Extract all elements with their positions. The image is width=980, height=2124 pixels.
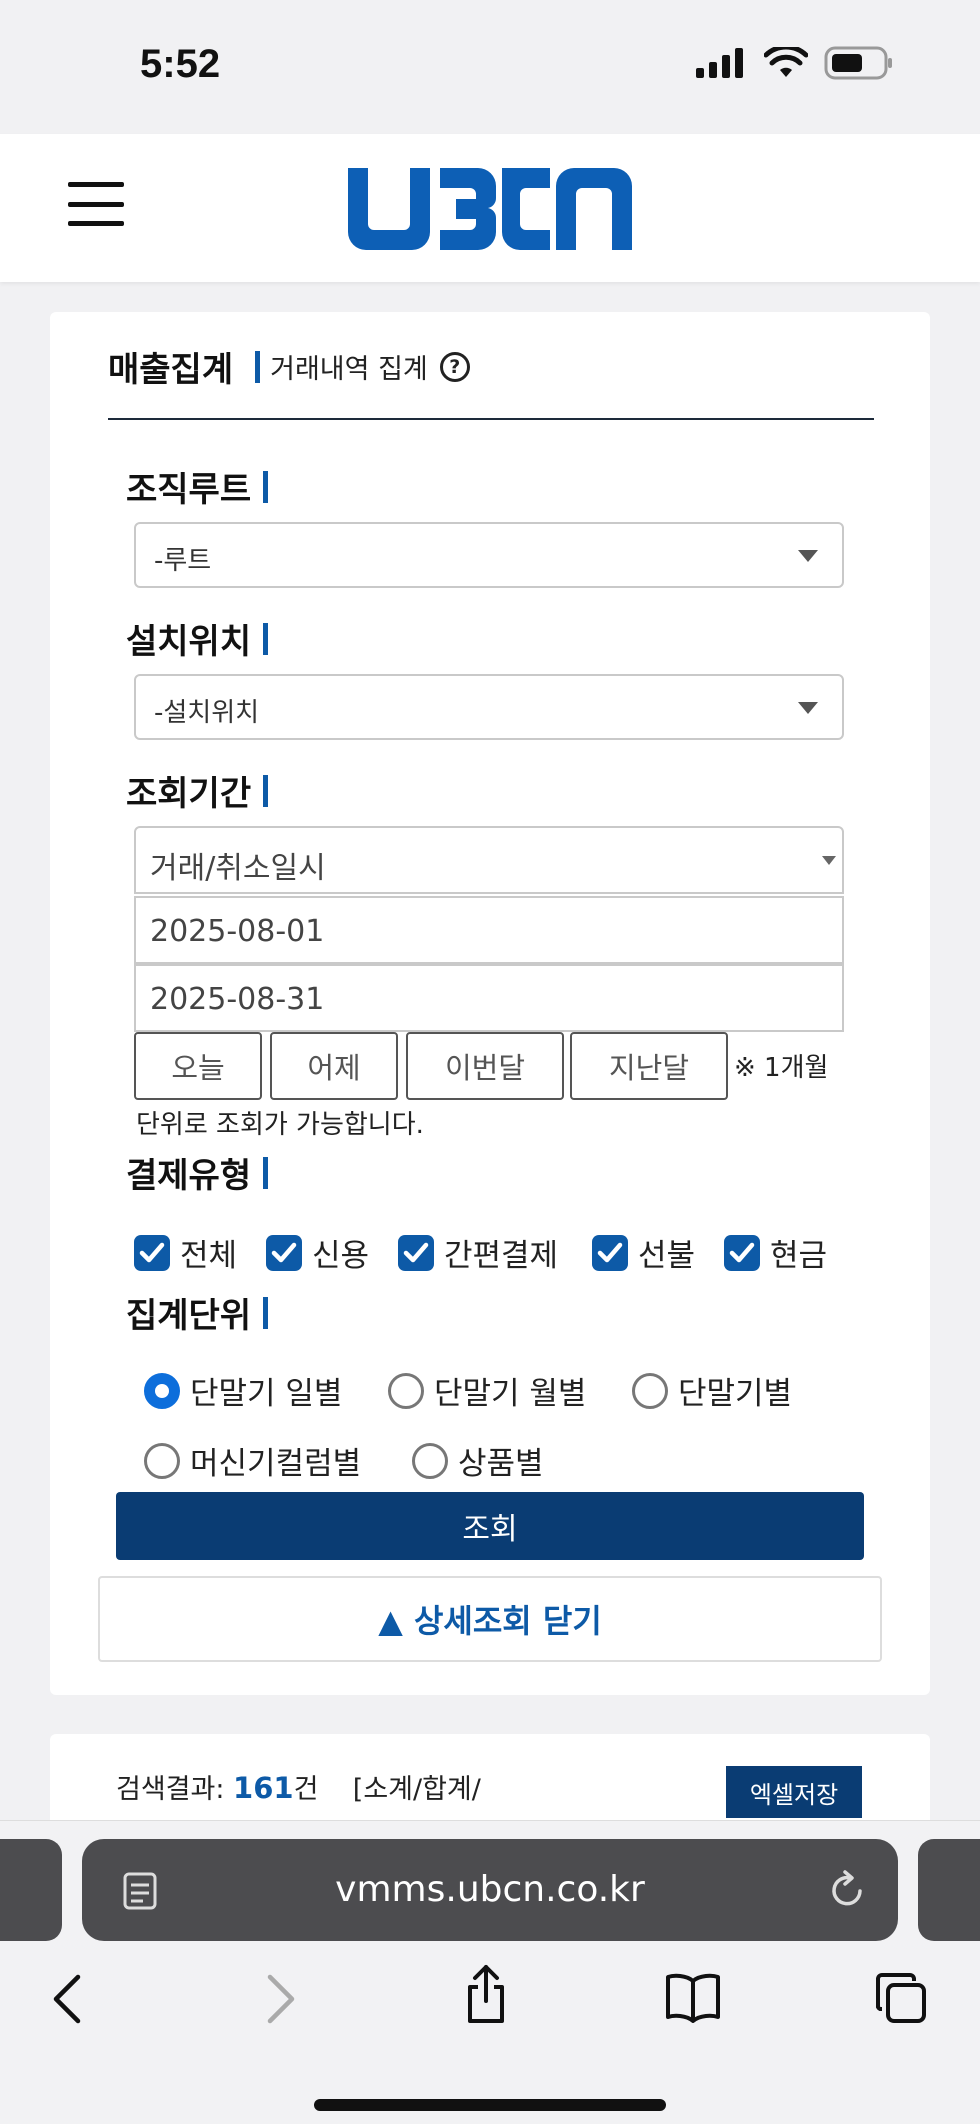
- today-button[interactable]: 오늘: [134, 1032, 262, 1100]
- wifi-icon: [764, 47, 808, 77]
- detail-search-close-button[interactable]: ▲ 상세조회 닫기: [98, 1576, 882, 1662]
- yesterday-button[interactable]: 어제: [270, 1032, 398, 1100]
- aggregation-unit-label: 집계단위: [126, 1288, 269, 1337]
- checkbox-credit[interactable]: 신용: [266, 1230, 369, 1275]
- result-count: 161: [233, 1771, 294, 1805]
- org-root-select[interactable]: -루트: [134, 522, 844, 588]
- radio-terminal[interactable]: 단말기별: [632, 1368, 792, 1413]
- radio-unselected-icon: [144, 1442, 180, 1479]
- radio-terminal-daily[interactable]: 단말기 일별: [144, 1368, 342, 1413]
- install-location-label: 설치위치: [126, 614, 269, 663]
- checkbox-checked-icon: [134, 1234, 170, 1271]
- app-header: [0, 134, 980, 282]
- title-divider: [108, 418, 874, 420]
- period-note-line2: 단위로 조회가 가능합니다.: [136, 1110, 424, 1140]
- reload-icon[interactable]: [828, 1869, 868, 1911]
- menu-icon[interactable]: [68, 182, 124, 226]
- forward-icon[interactable]: [260, 1971, 300, 2027]
- checkbox-checked-icon: [724, 1234, 760, 1271]
- back-icon[interactable]: [48, 1971, 88, 2027]
- checkbox-checked-icon: [398, 1234, 434, 1271]
- checkbox-all[interactable]: 전체: [134, 1230, 237, 1275]
- radio-product[interactable]: 상품별: [412, 1438, 544, 1483]
- org-root-label: 조직루트: [126, 462, 269, 511]
- period-type-select[interactable]: 거래/취소일시: [134, 826, 844, 894]
- checkbox-prepaid[interactable]: 선불: [592, 1230, 695, 1275]
- share-icon[interactable]: [462, 1963, 510, 2027]
- browser-nav: [0, 1965, 980, 2051]
- result-columns-hint: [소계/합계/: [352, 1774, 481, 1805]
- start-date-input[interactable]: 2025-08-01: [134, 896, 844, 964]
- browser-toolbar: vmms.ubcn.co.kr: [0, 1820, 980, 2124]
- org-root-value: -루트: [154, 546, 212, 576]
- tabs-icon[interactable]: [874, 1971, 928, 2025]
- status-bar: 5:52: [0, 0, 980, 134]
- home-indicator: [314, 2099, 666, 2111]
- radio-machine-column[interactable]: 머신기컬럼별: [144, 1438, 361, 1483]
- radio-unselected-icon: [412, 1442, 448, 1479]
- payment-type-label: 결제유형: [126, 1148, 269, 1197]
- end-date-input[interactable]: 2025-08-31: [134, 964, 844, 1032]
- checkbox-cash[interactable]: 현금: [724, 1230, 827, 1275]
- checkbox-checked-icon: [266, 1234, 302, 1271]
- period-note-line1: ※ 1개월: [734, 1053, 829, 1083]
- battery-icon: [824, 46, 892, 80]
- start-date-value: 2025-08-01: [150, 914, 325, 949]
- card-title-row: 매출집계 거래내역 집계 ?: [108, 342, 470, 391]
- ubcn-logo[interactable]: [348, 168, 632, 250]
- signal-icon: [696, 48, 743, 78]
- help-icon[interactable]: ?: [439, 351, 470, 382]
- period-label: 조회기간: [126, 766, 269, 815]
- radio-selected-icon: [144, 1372, 180, 1409]
- bookmarks-icon[interactable]: [664, 1971, 722, 2023]
- install-location-value: -설치위치: [154, 698, 260, 728]
- radio-unselected-icon: [632, 1372, 668, 1409]
- last-month-button[interactable]: 지난달: [570, 1032, 728, 1100]
- this-month-button[interactable]: 이번달: [406, 1032, 564, 1100]
- chevron-down-icon: [822, 856, 836, 865]
- sales-summary-card: 매출집계 거래내역 집계 ? 조직루트 -루트 설치위치 -설치위치 조회기간 …: [50, 312, 930, 1695]
- checkbox-easy-pay[interactable]: 간편결제: [398, 1230, 558, 1275]
- checkbox-checked-icon: [592, 1234, 628, 1271]
- chevron-down-icon: [798, 550, 818, 562]
- address-bar[interactable]: vmms.ubcn.co.kr: [82, 1839, 898, 1941]
- page-title: 매출집계: [108, 350, 234, 390]
- search-button[interactable]: 조회: [116, 1492, 864, 1560]
- url-text: vmms.ubcn.co.kr: [335, 1869, 645, 1910]
- previous-tab[interactable]: [0, 1839, 62, 1941]
- radio-unselected-icon: [388, 1372, 424, 1409]
- period-type-value: 거래/취소일시: [150, 851, 326, 886]
- status-time: 5:52: [140, 42, 221, 86]
- title-divider-bar: [255, 350, 261, 383]
- status-icons: [696, 46, 894, 80]
- radio-terminal-monthly[interactable]: 단말기 월별: [388, 1368, 586, 1413]
- page-subtitle: 거래내역 집계: [270, 354, 428, 385]
- excel-export-button[interactable]: 엑셀저장: [726, 1766, 862, 1818]
- chevron-down-icon: [798, 702, 818, 714]
- result-summary: 검색결과: 161건 [소계/합계/: [116, 1771, 481, 1805]
- next-tab[interactable]: [918, 1839, 980, 1941]
- end-date-value: 2025-08-31: [150, 982, 325, 1017]
- install-location-select[interactable]: -설치위치: [134, 674, 844, 740]
